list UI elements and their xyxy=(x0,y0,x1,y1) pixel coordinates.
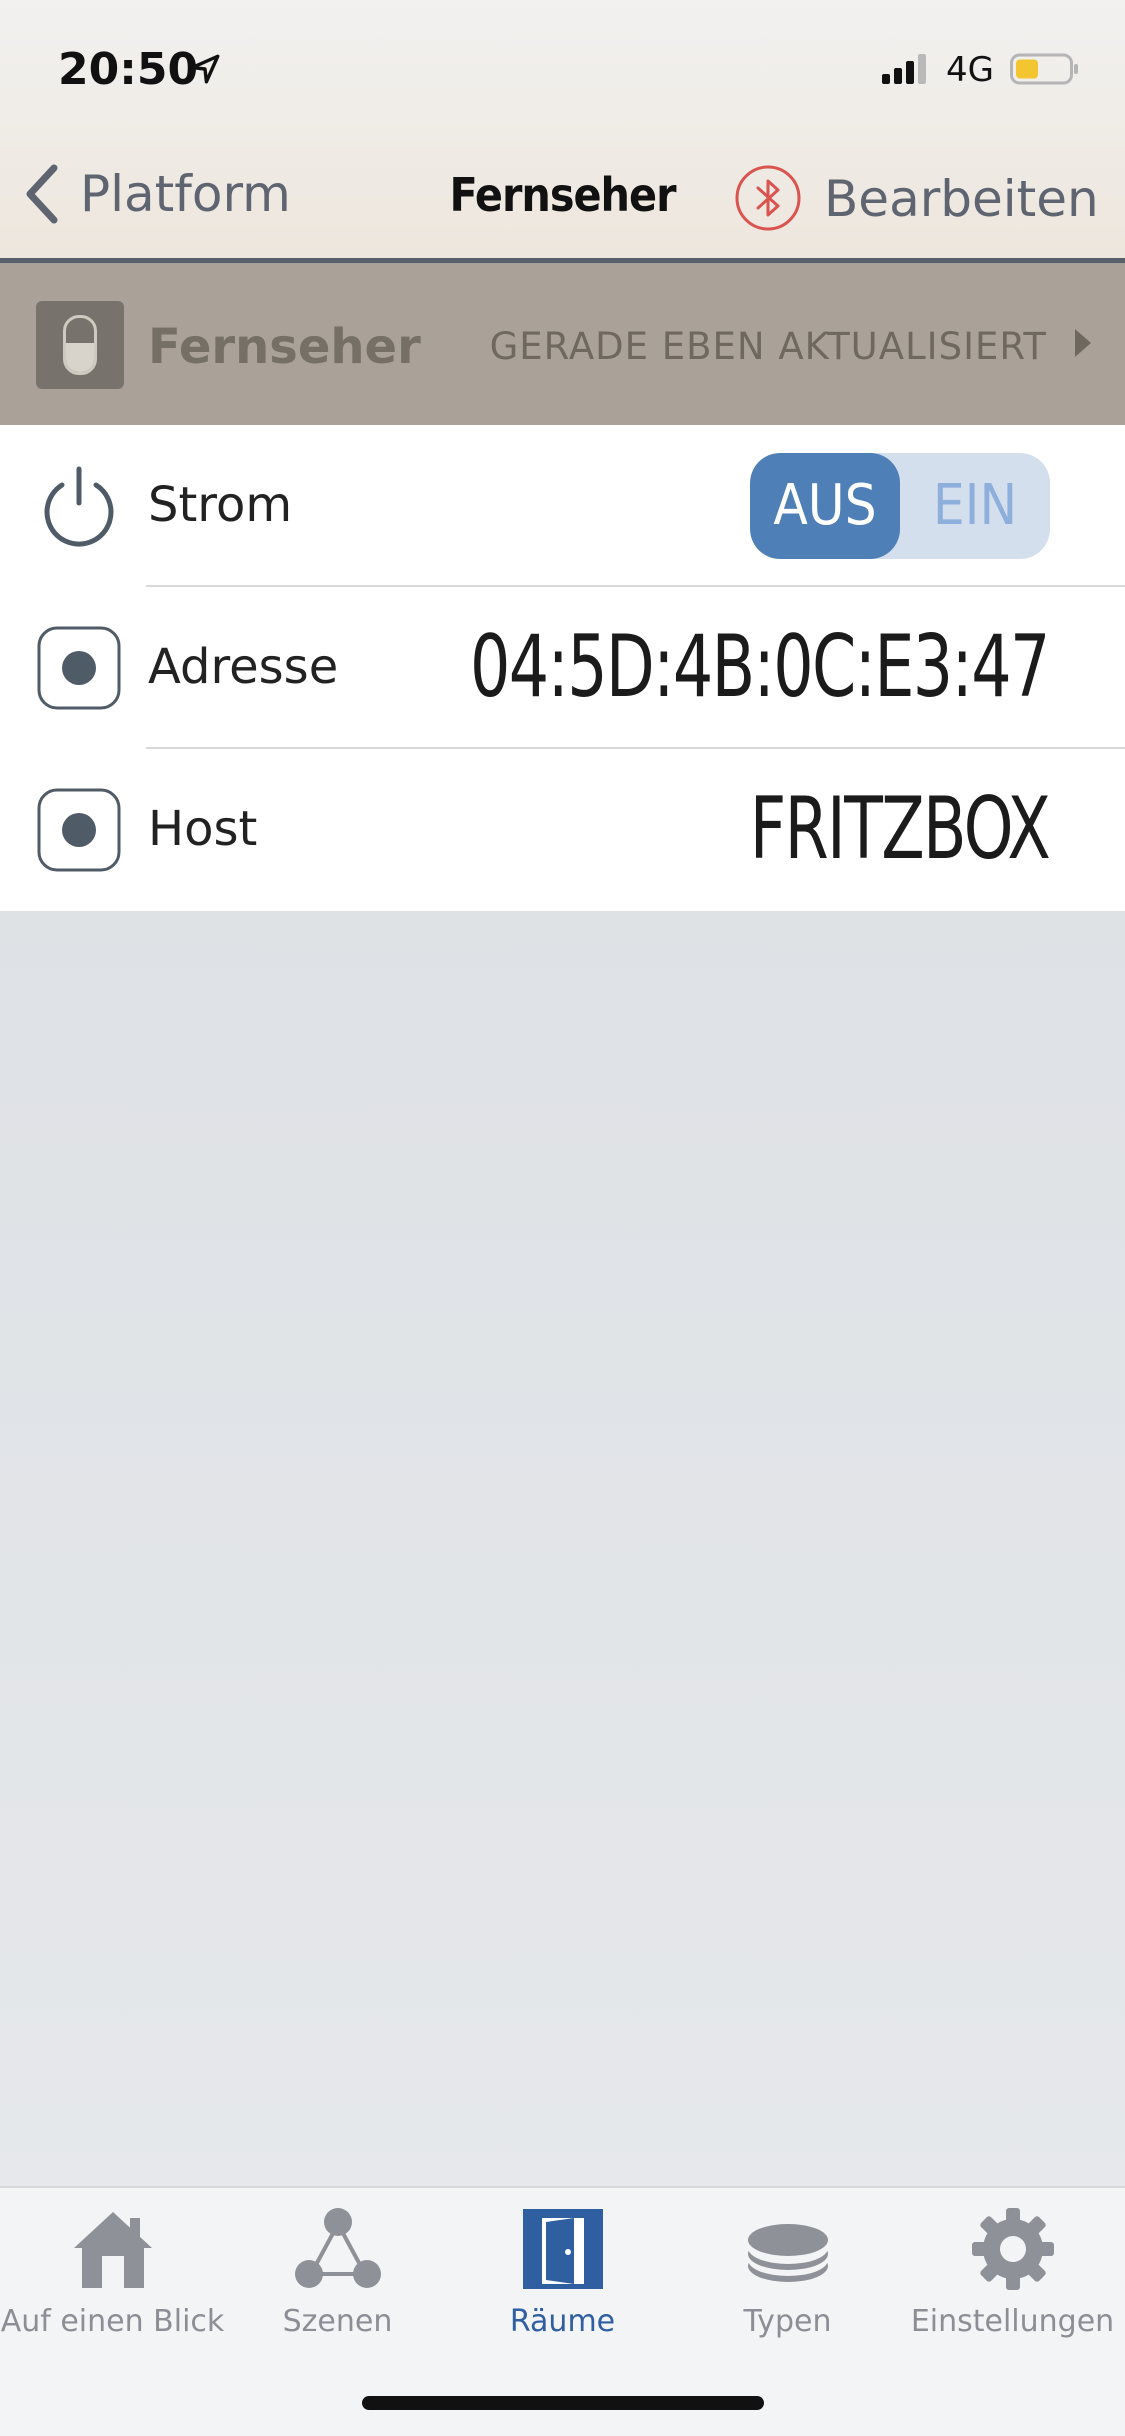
scenes-icon xyxy=(294,2208,381,2288)
screen: 20:50 4G Platform Fernseher Bearbeiten F… xyxy=(0,0,1125,2436)
gear-icon xyxy=(971,2208,1054,2290)
bluetooth-icon[interactable] xyxy=(734,164,802,232)
switch-icon xyxy=(36,301,124,389)
home-indicator xyxy=(362,2396,764,2410)
tab-szenen[interactable]: Szenen xyxy=(225,2204,450,2354)
tab-label: Einstellungen xyxy=(910,2304,1115,2339)
row-label: Strom xyxy=(148,477,293,533)
tab-label: Szenen xyxy=(282,2304,393,2339)
toggle-on-option[interactable]: EIN xyxy=(900,453,1050,559)
tab-einstellungen[interactable]: Einstellungen xyxy=(900,2204,1125,2354)
row-label: Adresse xyxy=(148,639,339,695)
tab-raeume[interactable]: Räume xyxy=(450,2204,675,2354)
house-icon xyxy=(73,2212,152,2288)
tab-auf-einen-blick[interactable]: Auf einen Blick xyxy=(0,2204,225,2354)
characteristics-list: Strom AUS EIN Adresse 04:5D:4B:0C:E3:47 … xyxy=(0,425,1125,911)
power-icon xyxy=(44,466,114,547)
battery-icon xyxy=(1010,53,1078,85)
characteristic-icon xyxy=(37,626,121,710)
status-time: 20:50 xyxy=(58,44,199,95)
accessory-name: Fernseher xyxy=(148,319,421,375)
header: 20:50 4G Platform Fernseher Bearbeiten xyxy=(0,0,1125,262)
row-host: Host FRITZBOX xyxy=(0,749,1125,911)
tab-label: Räume xyxy=(509,2304,616,2339)
chevron-right-icon xyxy=(1075,329,1091,357)
door-icon xyxy=(522,2209,603,2289)
row-strom: Strom AUS EIN xyxy=(0,425,1125,587)
edit-button[interactable]: Bearbeiten xyxy=(824,170,1099,228)
address-value: 04:5D:4B:0C:E3:47 xyxy=(470,617,1050,717)
network-type: 4G xyxy=(946,50,994,90)
tab-typen[interactable]: Typen xyxy=(675,2204,900,2354)
row-label: Host xyxy=(148,801,258,857)
characteristic-icon xyxy=(37,788,121,872)
location-arrow-icon xyxy=(190,54,220,84)
row-adresse: Adresse 04:5D:4B:0C:E3:47 xyxy=(0,587,1125,749)
host-value: FRITZBOX xyxy=(749,779,1050,879)
accessory-header[interactable]: Fernseher GERADE EBEN AKTUALISIERT xyxy=(0,263,1125,425)
accessory-status: GERADE EBEN AKTUALISIERT xyxy=(489,325,1047,368)
signal-icon xyxy=(882,54,926,84)
tab-label: Typen xyxy=(743,2304,832,2339)
layers-icon xyxy=(747,2224,828,2282)
tab-label: Auf einen Blick xyxy=(0,2304,225,2339)
power-toggle[interactable]: AUS EIN xyxy=(750,453,1050,559)
toggle-off-option[interactable]: AUS xyxy=(750,453,900,559)
